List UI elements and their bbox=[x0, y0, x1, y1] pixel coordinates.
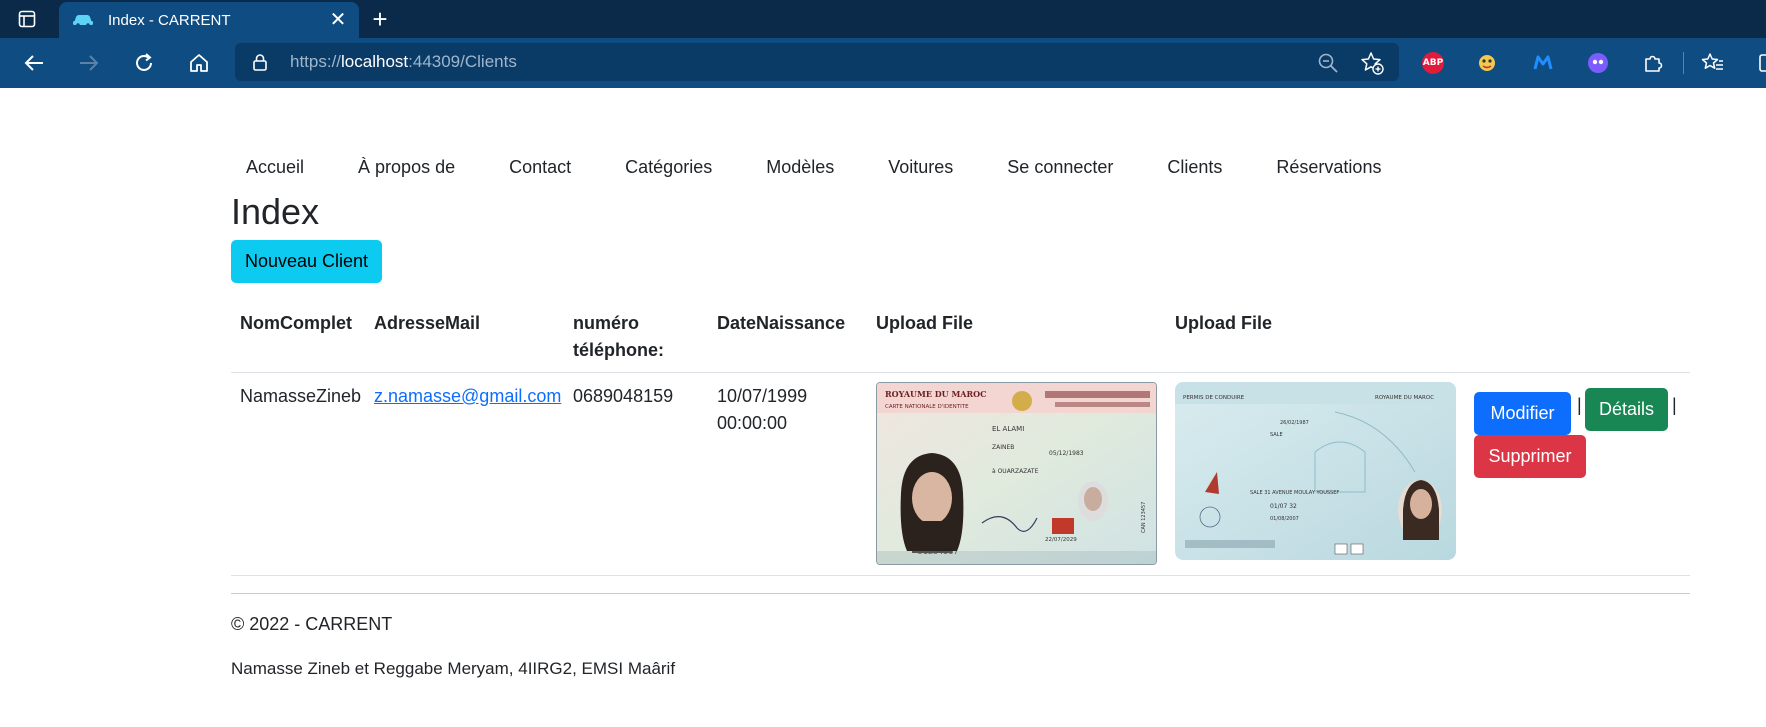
nav-link-categories[interactable]: Catégories bbox=[610, 155, 727, 179]
column-header-upload-file-1: Upload File bbox=[876, 313, 974, 333]
zoom-out-icon[interactable] bbox=[1317, 52, 1339, 74]
extension-icon[interactable] bbox=[1474, 50, 1500, 76]
driving-license-image: PERMIS DE CONDUIRE ROYAUME DU MAROC 26/0… bbox=[1175, 382, 1456, 560]
nav-link-contact[interactable]: Contact bbox=[494, 155, 586, 179]
address-bar[interactable]: https://localhost:44309/Clients bbox=[235, 43, 1399, 81]
svg-text:SALE: SALE bbox=[1270, 432, 1283, 438]
extensions-puzzle-icon[interactable] bbox=[1640, 50, 1666, 76]
table-header-divider bbox=[231, 372, 1690, 373]
svg-text:05/12/1983: 05/12/1983 bbox=[1049, 450, 1084, 457]
nav-link-voitures[interactable]: Voitures bbox=[873, 155, 968, 179]
refresh-icon[interactable] bbox=[130, 49, 158, 77]
svg-text:PERMIS DE CONDUIRE: PERMIS DE CONDUIRE bbox=[1183, 395, 1245, 401]
svg-text:ZAINEB: ZAINEB bbox=[992, 444, 1014, 451]
footer-credits: Namasse Zineb et Reggabe Meryam, 4IIRG2,… bbox=[231, 659, 676, 678]
supprimer-button[interactable]: Supprimer bbox=[1474, 435, 1586, 478]
column-header-adressemail: AdresseMail bbox=[374, 313, 481, 333]
column-header-upload-file-2: Upload File bbox=[1175, 313, 1273, 333]
collections-icon[interactable] bbox=[1752, 50, 1766, 76]
url-text[interactable]: https://localhost:44309/Clients bbox=[290, 52, 517, 72]
cell-adressemail: z.namasse@gmail.com bbox=[374, 383, 561, 410]
svg-text:CARTE NATIONALE D'IDENTITE: CARTE NATIONALE D'IDENTITE bbox=[885, 404, 969, 410]
email-link[interactable]: z.namasse@gmail.com bbox=[374, 386, 561, 406]
svg-text:22/07/2029: 22/07/2029 bbox=[1045, 537, 1077, 543]
cell-nomcomplet: NamasseZineb bbox=[240, 386, 362, 406]
svg-text:CAN 123457: CAN 123457 bbox=[1141, 502, 1147, 533]
url-path: :44309/Clients bbox=[408, 52, 517, 71]
svg-text:SALE 31 AVENUE MOULAY YOUSSEF: SALE 31 AVENUE MOULAY YOUSSEF bbox=[1250, 490, 1339, 496]
nav-link-modeles[interactable]: Modèles bbox=[751, 155, 849, 179]
table-row-divider bbox=[231, 575, 1690, 576]
footer-copyright: © 2022 - CARRENT bbox=[231, 614, 393, 634]
svg-text:01/08/2007: 01/08/2007 bbox=[1270, 516, 1299, 522]
lock-icon[interactable] bbox=[251, 53, 269, 71]
cell-date-line1: 10/07/1999 bbox=[717, 386, 808, 406]
column-header-datenaissance: DateNaissance bbox=[717, 313, 846, 333]
browser-tab-bar: Index - CARRENT ✕ + bbox=[0, 0, 1766, 38]
svg-text:EL ALAMI: EL ALAMI bbox=[992, 425, 1024, 433]
cell-telephone: 0689048159 bbox=[573, 386, 674, 406]
cell-date-line2: 00:00:00 bbox=[717, 413, 788, 433]
url-host: localhost bbox=[341, 52, 409, 71]
details-button[interactable]: Détails bbox=[1585, 388, 1668, 431]
column-header-telephone-line1: numéro bbox=[573, 313, 640, 333]
site-nav: Accueil À propos de Contact Catégories M… bbox=[231, 155, 1420, 179]
nav-link-clients[interactable]: Clients bbox=[1152, 155, 1237, 179]
nav-link-reservations[interactable]: Réservations bbox=[1261, 155, 1396, 179]
modifier-button[interactable]: Modifier bbox=[1474, 392, 1571, 435]
svg-text:01/07 32: 01/07 32 bbox=[1270, 503, 1297, 510]
toolbar-separator bbox=[1683, 52, 1684, 74]
footer-divider bbox=[231, 593, 1690, 594]
url-scheme: https:// bbox=[290, 52, 342, 71]
tab-actions-icon[interactable] bbox=[14, 8, 40, 30]
new-tab-icon[interactable]: + bbox=[367, 6, 393, 32]
page-title: Index bbox=[231, 191, 320, 232]
back-icon[interactable] bbox=[20, 49, 48, 77]
browser-tab-active[interactable]: Index - CARRENT ✕ bbox=[59, 2, 359, 38]
nav-link-se-connecter[interactable]: Se connecter bbox=[992, 155, 1128, 179]
favorites-icon[interactable] bbox=[1700, 50, 1726, 76]
nav-link-accueil[interactable]: Accueil bbox=[231, 155, 319, 179]
browser-toolbar: https://localhost:44309/Clients ABP bbox=[0, 38, 1766, 88]
tab-title: Index - CARRENT bbox=[108, 11, 231, 29]
action-separator: | bbox=[1577, 395, 1582, 415]
add-favorite-icon[interactable] bbox=[1360, 51, 1384, 75]
close-tab-icon[interactable]: ✕ bbox=[325, 7, 351, 33]
column-header-telephone-line2: téléphone: bbox=[573, 340, 665, 360]
home-icon[interactable] bbox=[185, 49, 213, 77]
column-header-nomcomplet: NomComplet bbox=[240, 313, 352, 333]
forward-icon[interactable] bbox=[75, 49, 103, 77]
nav-link-a-propos[interactable]: À propos de bbox=[343, 155, 470, 179]
id-card-image: ROYAUME DU MAROC CARTE NATIONALE D'IDENT… bbox=[876, 382, 1157, 565]
malwarebytes-icon[interactable] bbox=[1530, 50, 1556, 76]
car-icon bbox=[72, 12, 94, 28]
action-separator: | bbox=[1672, 395, 1677, 415]
ghost-extension-icon[interactable] bbox=[1585, 50, 1611, 76]
new-client-button[interactable]: Nouveau Client bbox=[231, 240, 382, 283]
svg-text:26/02/1987: 26/02/1987 bbox=[1280, 420, 1309, 426]
adblock-plus-icon[interactable]: ABP bbox=[1420, 50, 1446, 76]
svg-text:à OUARZAZATE: à OUARZAZATE bbox=[992, 468, 1039, 475]
svg-text:ROYAUME DU MAROC: ROYAUME DU MAROC bbox=[1375, 395, 1434, 401]
svg-text:ROYAUME DU MAROC: ROYAUME DU MAROC bbox=[885, 389, 986, 399]
